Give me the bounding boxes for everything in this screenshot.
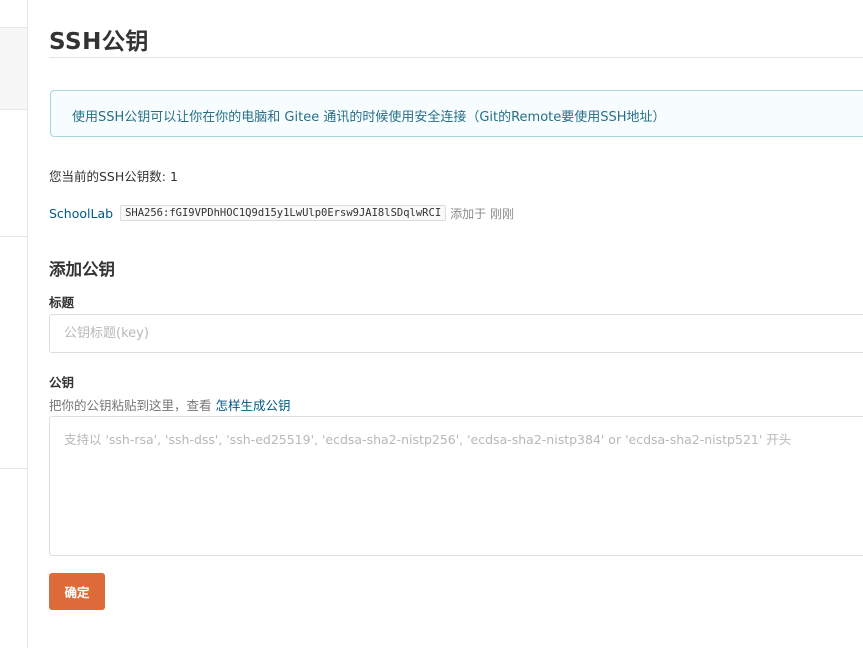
key-hint-text: 把你的公钥粘贴到这里，查看 [49, 398, 216, 413]
ssh-key-fingerprint: SHA256:fGI9VPDhHOC1Q9d15y1LwUlp0Ersw9JAI… [120, 205, 447, 221]
info-message-text: 使用SSH公钥可以让你在你的电脑和 Gitee 通讯的时候使用安全连接（Git的… [72, 110, 666, 125]
ssh-keys-page: SSH公钥 使用SSH公钥可以让你在你的电脑和 Gitee 通讯的时候使用安全连… [0, 0, 863, 648]
key-count-text: 您当前的SSH公钥数: 1 [49, 169, 178, 184]
sidebar-item-active[interactable] [0, 27, 27, 110]
public-key-textarea[interactable] [49, 416, 863, 556]
sidebar-divider [0, 236, 27, 237]
ssh-key-name-link[interactable]: SchoolLab [49, 206, 113, 221]
add-key-heading: 添加公钥 [49, 260, 115, 279]
title-divider [49, 57, 863, 58]
title-field-label: 标题 [49, 295, 75, 310]
ssh-key-added-time: 添加于 刚刚 [450, 206, 514, 221]
key-field-hint: 把你的公钥粘贴到这里，查看 怎样生成公钥 [49, 395, 291, 414]
ssh-key-item: SchoolLab SHA256:fGI9VPDhHOC1Q9d15y1LwUl… [49, 204, 514, 222]
key-title-input[interactable] [49, 314, 863, 353]
settings-sidebar [0, 0, 28, 648]
how-to-generate-key-link[interactable]: 怎样生成公钥 [215, 398, 290, 413]
page-title: SSH公钥 [49, 29, 149, 55]
submit-button[interactable]: 确定 [49, 573, 105, 610]
sidebar-divider [0, 468, 27, 469]
info-message: 使用SSH公钥可以让你在你的电脑和 Gitee 通讯的时候使用安全连接（Git的… [50, 90, 863, 137]
key-field-label: 公钥 [49, 375, 75, 390]
